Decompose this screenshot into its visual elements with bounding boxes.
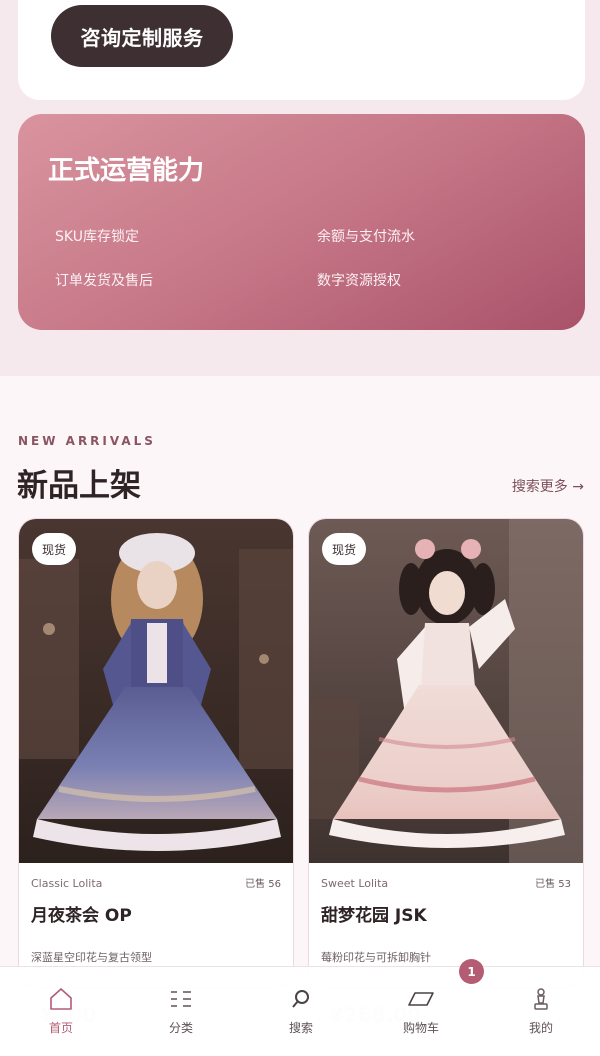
nav-item-profile[interactable]: 我的 xyxy=(491,967,591,1056)
search-icon xyxy=(287,985,315,1013)
cart-icon xyxy=(407,985,435,1013)
ops-item-balance-flow: 余额与支付流水 xyxy=(317,229,415,245)
new-arrivals-section: NEW ARRIVALS 新品上架 搜索更多 → 现货 Classic Loli… xyxy=(0,376,600,1056)
home-icon xyxy=(47,985,75,1013)
nav-label: 分类 xyxy=(168,1021,193,1035)
operations-title: 正式运营能力 xyxy=(48,156,205,186)
search-more-link[interactable]: 搜索更多 → xyxy=(512,476,584,496)
nav-item-home[interactable]: 首页 xyxy=(11,967,111,1056)
section-eyebrow: NEW ARRIVALS xyxy=(18,434,156,448)
product-sold-count: 已售 56 xyxy=(245,879,281,890)
nav-label: 购物车 xyxy=(402,1021,439,1035)
nav-label: 首页 xyxy=(48,1021,73,1035)
operations-card: 正式运营能力 SKU库存锁定 余额与支付流水 订单发货及售后 数字资源授权 xyxy=(18,114,585,330)
nav-label: 搜索 xyxy=(288,1021,313,1035)
product-image-pink-dress xyxy=(309,519,583,863)
product-name: 月夜茶会 OP xyxy=(31,906,132,926)
grid-icon xyxy=(167,985,195,1013)
ops-item-digital-license: 数字资源授权 xyxy=(317,273,401,289)
consult-custom-button[interactable]: 咨询定制服务 xyxy=(51,5,233,67)
product-photo[interactable]: 现货 xyxy=(19,519,293,863)
stock-badge: 现货 xyxy=(32,533,77,565)
bottom-nav: 首页 分类 搜索 购物车 我的 xyxy=(0,966,600,1056)
product-card[interactable]: 现货 Sweet Lolita 已售 53 甜梦花园 JSK 莓粉印花与可拆卸胸… xyxy=(308,518,584,988)
section-title: 新品上架 xyxy=(17,468,141,504)
stock-badge: 现货 xyxy=(322,533,367,565)
ops-item-order-shipping: 订单发货及售后 xyxy=(55,273,153,289)
nav-item-cart[interactable]: 购物车 xyxy=(371,967,471,1056)
product-image-navy-dress xyxy=(19,519,293,863)
product-photo[interactable]: 现货 xyxy=(309,519,583,863)
ops-item-sku-lock: SKU库存锁定 xyxy=(55,229,139,245)
product-card[interactable]: 现货 Classic Lolita 已售 56 月夜茶会 OP 深蓝星空印花与复… xyxy=(18,518,294,988)
nav-item-search[interactable]: 搜索 xyxy=(251,967,351,1056)
product-category: Sweet Lolita xyxy=(321,877,389,890)
nav-item-category[interactable]: 分类 xyxy=(131,967,231,1056)
product-category: Classic Lolita xyxy=(31,877,103,890)
product-sold-count: 已售 53 xyxy=(535,879,571,890)
product-description: 莓粉印花与可拆卸胸针 xyxy=(321,951,431,964)
product-description: 深蓝星空印花与复古领型 xyxy=(31,951,152,964)
cart-count-badge: 1 xyxy=(459,959,484,984)
user-icon xyxy=(527,985,555,1013)
product-name: 甜梦花园 JSK xyxy=(321,906,427,926)
nav-label: 我的 xyxy=(528,1021,553,1035)
